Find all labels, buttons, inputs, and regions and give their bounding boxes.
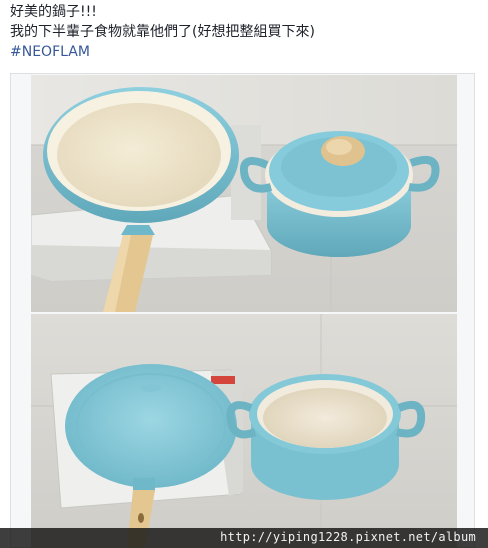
photo-bottom-illustration [31,314,457,548]
photo-pan-and-pot-lidded[interactable] [31,75,457,312]
watermark-url: http://yiping1228.pixnet.net/album [220,530,476,544]
hashtag-link[interactable]: #NEOFLAM [10,42,480,62]
post-text: 好美的鍋子!!! 我的下半輩子食物就靠他們了(好想把整組買下來) #NEOFLA… [10,2,480,62]
post-line-2: 我的下半輩子食物就靠他們了(好想把整組買下來) [10,24,315,40]
watermark-bar: http://yiping1228.pixnet.net/album [0,528,488,548]
photo-top-illustration [31,75,457,312]
photo-pan-bottom-and-open-pot[interactable] [31,314,457,548]
post-line-1: 好美的鍋子!!! [10,4,97,20]
